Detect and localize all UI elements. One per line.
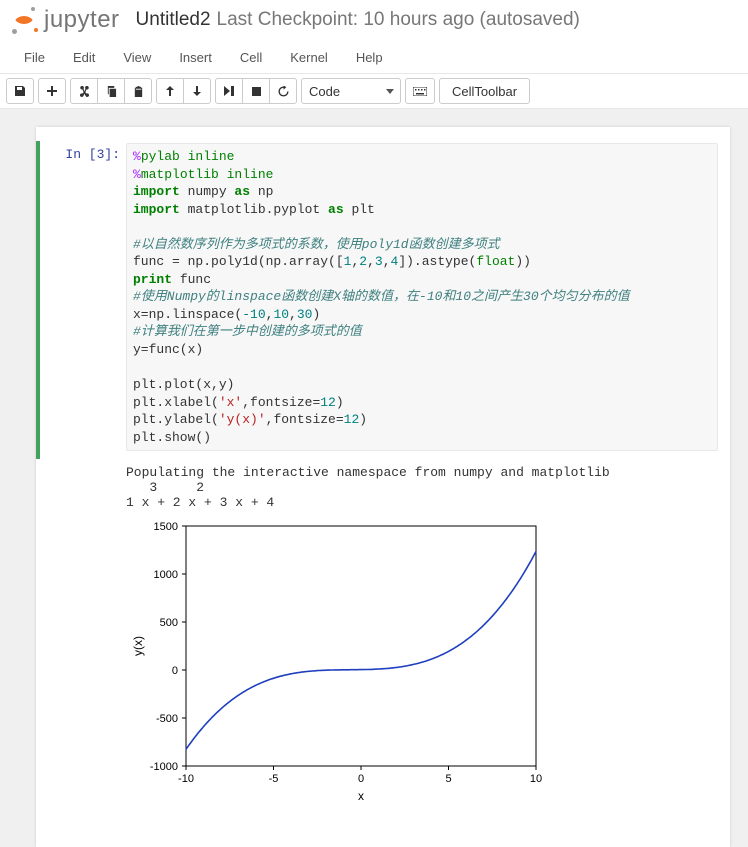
- input-prompt: In [3]:: [40, 143, 126, 451]
- copy-icon: [106, 86, 117, 97]
- output-chart: -10 -5 0 5 10 -1000 -500 0 500 1000 1500 x y(x): [126, 516, 718, 809]
- output-text: Populating the interactive namespace fro…: [126, 461, 718, 510]
- cell-type-value: Code: [309, 84, 340, 99]
- restart-kernel-button[interactable]: [269, 78, 297, 104]
- menu-kernel[interactable]: Kernel: [276, 46, 342, 69]
- notebook-title[interactable]: Untitled2: [136, 9, 211, 31]
- arrow-up-icon: [165, 86, 175, 96]
- menu-insert[interactable]: Insert: [165, 46, 226, 69]
- celltoolbar-label: CellToolbar: [452, 84, 517, 99]
- add-cell-button[interactable]: [38, 78, 66, 104]
- menu-view[interactable]: View: [109, 46, 165, 69]
- celltoolbar-button[interactable]: CellToolbar: [439, 78, 530, 104]
- svg-text:5: 5: [445, 773, 451, 785]
- svg-text:1500: 1500: [154, 521, 178, 533]
- cell-type-select[interactable]: Code: [301, 78, 401, 104]
- menu-help[interactable]: Help: [342, 46, 397, 69]
- run-cell-button[interactable]: [215, 78, 243, 104]
- move-down-button[interactable]: [183, 78, 211, 104]
- arrow-down-icon: [192, 86, 202, 96]
- svg-text:0: 0: [172, 665, 178, 677]
- paste-cell-button[interactable]: [124, 78, 152, 104]
- svg-text:-5: -5: [269, 773, 279, 785]
- toolbar: Code CellToolbar: [0, 74, 748, 109]
- notebook: In [3]: %pylab inline %matplotlib inline…: [36, 127, 730, 847]
- copy-cell-button[interactable]: [97, 78, 125, 104]
- svg-text:y(x): y(x): [131, 636, 145, 656]
- notebook-container: In [3]: %pylab inline %matplotlib inline…: [0, 109, 748, 847]
- svg-text:1000: 1000: [154, 569, 178, 581]
- paste-icon: [133, 86, 144, 97]
- menu-edit[interactable]: Edit: [59, 46, 109, 69]
- interrupt-button[interactable]: [242, 78, 270, 104]
- line-chart: -10 -5 0 5 10 -1000 -500 0 500 1000 1500 x y(x): [126, 516, 546, 806]
- svg-text:-10: -10: [178, 773, 194, 785]
- menu-cell[interactable]: Cell: [226, 46, 276, 69]
- svg-text:x: x: [358, 789, 364, 803]
- menu-file[interactable]: File: [10, 46, 59, 69]
- save-button[interactable]: [6, 78, 34, 104]
- stop-icon: [252, 87, 261, 96]
- command-palette-button[interactable]: [405, 78, 435, 104]
- output-prompt: [40, 461, 126, 809]
- save-icon: [14, 85, 26, 97]
- cut-cell-button[interactable]: [70, 78, 98, 104]
- output-cell: Populating the interactive namespace fro…: [36, 459, 718, 817]
- checkpoint-status: Last Checkpoint: 10 hours ago (autosaved…: [217, 9, 580, 31]
- menu-bar: File Edit View Insert Cell Kernel Help: [0, 42, 748, 74]
- svg-text:-1000: -1000: [150, 761, 178, 773]
- jupyter-logo-icon: [10, 6, 38, 34]
- plus-icon: [47, 86, 57, 96]
- svg-text:500: 500: [160, 617, 178, 629]
- restart-icon: [278, 86, 289, 97]
- svg-text:0: 0: [358, 773, 364, 785]
- code-cell[interactable]: In [3]: %pylab inline %matplotlib inline…: [36, 141, 718, 459]
- notebook-header: jupyter Untitled2 Last Checkpoint: 10 ho…: [0, 0, 748, 36]
- svg-text:10: 10: [530, 773, 542, 785]
- code-input[interactable]: %pylab inline %matplotlib inline import …: [126, 143, 718, 451]
- jupyter-logo[interactable]: jupyter: [10, 6, 120, 34]
- svg-text:-500: -500: [156, 713, 178, 725]
- cut-icon: [79, 86, 90, 97]
- chevron-down-icon: [386, 89, 394, 94]
- keyboard-icon: [413, 87, 427, 96]
- jupyter-logo-text: jupyter: [44, 6, 120, 34]
- move-up-button[interactable]: [156, 78, 184, 104]
- step-forward-icon: [224, 86, 234, 96]
